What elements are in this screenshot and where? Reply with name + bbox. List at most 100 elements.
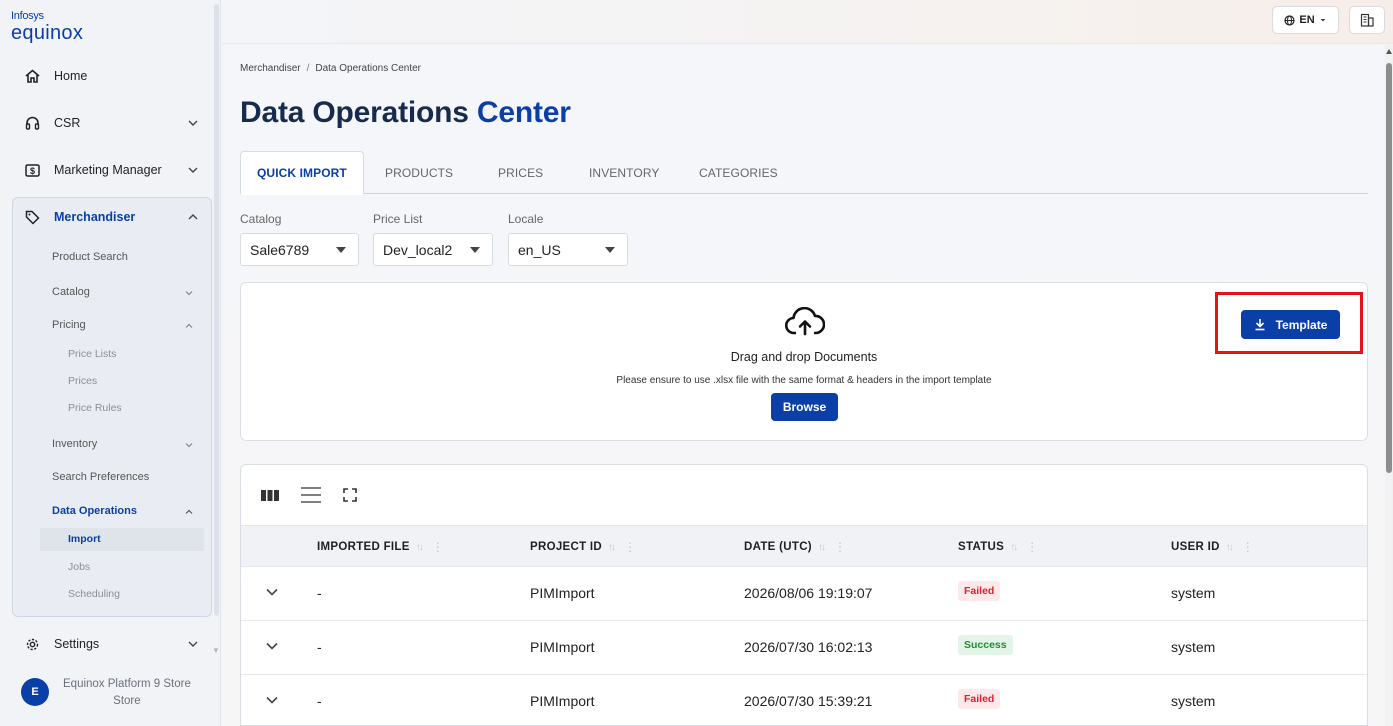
user-name-line2: Store xyxy=(113,695,141,707)
column-imported-file[interactable]: IMPORTED FILE ↑↓ ⋮ xyxy=(317,540,444,554)
tab-bar: QUICK IMPORT PRODUCTS PRICES INVENTORY C… xyxy=(240,151,1368,195)
sidebar-item-settings[interactable]: Settings xyxy=(12,627,212,661)
dollar-box-icon: $ xyxy=(24,162,40,178)
sidebar-item-label: Merchandiser xyxy=(54,210,136,224)
page-scrollbar[interactable] xyxy=(1385,45,1393,726)
chevron-up-icon xyxy=(185,323,193,328)
organization-button[interactable] xyxy=(1349,6,1385,34)
tab-prices[interactable]: PRICES xyxy=(498,151,543,194)
column-menu-icon[interactable]: ⋮ xyxy=(432,540,444,554)
column-user-id[interactable]: USER ID ↑↓ ⋮ xyxy=(1171,540,1254,554)
column-menu-icon[interactable]: ⋮ xyxy=(1026,540,1038,554)
svg-text:$: $ xyxy=(29,166,34,176)
column-menu-icon[interactable]: ⋮ xyxy=(834,540,846,554)
template-button-label: Template xyxy=(1275,317,1328,332)
column-menu-icon[interactable]: ⋮ xyxy=(1242,540,1254,554)
tag-icon xyxy=(24,209,40,225)
user-profile[interactable]: E Equinox Platform 9 Store Store xyxy=(21,676,191,710)
user-name: Equinox Platform 9 Store Store xyxy=(63,676,191,710)
sidebar-item-prices[interactable]: Prices xyxy=(68,375,97,387)
sidebar-item-price-rules[interactable]: Price Rules xyxy=(68,402,122,414)
locale-select[interactable]: en_US xyxy=(508,233,628,266)
tab-inventory[interactable]: INVENTORY xyxy=(589,151,659,194)
sidebar-item-search-preferences[interactable]: Search Preferences xyxy=(52,471,149,483)
sidebar-item-inventory[interactable]: Inventory xyxy=(52,438,97,450)
breadcrumb: Merchandiser / Data Operations Center xyxy=(240,63,421,74)
download-template-button[interactable]: Template xyxy=(1241,310,1340,339)
sidebar-item-csr[interactable]: CSR xyxy=(12,106,212,140)
sort-icon[interactable]: ↑↓ xyxy=(416,542,424,553)
file-dropzone[interactable]: Drag and drop Documents Please ensure to… xyxy=(240,282,1368,441)
language-label: EN xyxy=(1299,14,1315,26)
sidebar-item-home[interactable]: Home xyxy=(12,59,212,93)
scroll-down-arrow[interactable]: ▼ xyxy=(212,646,220,655)
column-status[interactable]: STATUS ↑↓ ⋮ xyxy=(958,540,1038,554)
fullscreen-icon[interactable] xyxy=(342,487,358,503)
chevron-up-icon xyxy=(188,214,198,220)
cell-user-id: system xyxy=(1171,585,1216,601)
column-project-id[interactable]: PROJECT ID ↑↓ ⋮ xyxy=(530,540,636,554)
chevron-down-icon xyxy=(188,120,198,126)
headset-icon xyxy=(24,115,40,131)
tab-categories[interactable]: CATEGORIES xyxy=(699,151,778,194)
status-badge: Failed xyxy=(958,689,1001,709)
sidebar-item-price-lists[interactable]: Price Lists xyxy=(68,348,116,360)
breadcrumb-merchandiser[interactable]: Merchandiser xyxy=(240,63,301,74)
status-badge: Success xyxy=(958,635,1013,655)
sidebar-scrollbar[interactable] xyxy=(214,4,219,616)
scrollbar-thumb[interactable] xyxy=(1386,63,1392,473)
caret-down-icon xyxy=(605,247,615,253)
price-list-select-value: Dev_local2 xyxy=(383,241,453,258)
density-icon[interactable] xyxy=(300,485,322,505)
building-icon xyxy=(1360,13,1374,27)
sidebar-item-data-operations[interactable]: Data Operations xyxy=(52,505,137,517)
sidebar-item-product-search[interactable]: Product Search xyxy=(52,251,128,263)
sidebar-item-label: Home xyxy=(54,69,88,83)
locale-select-value: en_US xyxy=(518,241,561,258)
sidebar-item-import[interactable]: Import xyxy=(68,533,101,545)
user-name-line1: Equinox Platform 9 Store xyxy=(63,678,191,690)
sidebar-item-label: CSR xyxy=(54,116,81,130)
chevron-down-icon xyxy=(185,291,193,296)
cell-project-id: PIMImport xyxy=(530,639,595,655)
price-list-select[interactable]: Dev_local2 xyxy=(373,233,493,266)
expand-row-icon[interactable] xyxy=(265,695,279,705)
top-bar xyxy=(222,0,1393,44)
tab-quick-import[interactable]: QUICK IMPORT xyxy=(240,151,364,195)
table-row[interactable]: - PIMImport 2026/07/30 16:02:13 Success … xyxy=(241,621,1367,675)
sort-icon[interactable]: ↑↓ xyxy=(1226,542,1234,553)
cell-project-id: PIMImport xyxy=(530,693,595,709)
cell-user-id: system xyxy=(1171,639,1216,655)
sidebar-item-merchandiser[interactable]: Merchandiser xyxy=(12,200,212,234)
sort-icon[interactable]: ↑↓ xyxy=(608,542,616,553)
column-menu-icon[interactable]: ⋮ xyxy=(624,540,636,554)
catalog-select[interactable]: Sale6789 xyxy=(240,233,359,266)
globe-icon xyxy=(1284,14,1295,26)
expand-row-icon[interactable] xyxy=(265,641,279,651)
columns-icon[interactable] xyxy=(260,487,280,503)
sort-icon[interactable]: ↑↓ xyxy=(1010,542,1018,553)
catalog-select-value: Sale6789 xyxy=(250,241,310,258)
scroll-up-arrow[interactable] xyxy=(1386,49,1392,54)
sidebar-item-catalog[interactable]: Catalog xyxy=(52,286,90,298)
cell-project-id: PIMImport xyxy=(530,585,595,601)
sidebar-item-label: Marketing Manager xyxy=(54,163,162,177)
status-badge: Failed xyxy=(958,581,1001,601)
table-row[interactable]: - PIMImport 2026/08/06 19:19:07 Failed s… xyxy=(241,567,1367,621)
tab-products[interactable]: PRODUCTS xyxy=(385,151,453,194)
table-row[interactable]: - PIMImport 2026/07/30 15:39:21 Failed s… xyxy=(241,675,1367,725)
expand-row-icon[interactable] xyxy=(265,587,279,597)
equinox-logo[interactable]: Infosys equinox xyxy=(11,10,83,44)
sidebar-item-pricing[interactable]: Pricing xyxy=(52,319,86,331)
sort-icon[interactable]: ↑↓ xyxy=(818,542,826,553)
browse-button[interactable]: Browse xyxy=(771,393,838,421)
price-list-label: Price List xyxy=(373,212,423,226)
locale-label: Locale xyxy=(508,212,544,226)
column-date[interactable]: DATE (UTC) ↑↓ ⋮ xyxy=(744,540,846,554)
breadcrumb-separator: / xyxy=(306,63,310,74)
sidebar-item-jobs[interactable]: Jobs xyxy=(68,561,90,573)
column-label: IMPORTED FILE xyxy=(317,541,410,553)
sidebar-item-scheduling[interactable]: Scheduling xyxy=(68,588,120,600)
sidebar-item-marketing-manager[interactable]: $ Marketing Manager xyxy=(12,153,212,187)
language-selector[interactable]: EN xyxy=(1272,6,1339,34)
